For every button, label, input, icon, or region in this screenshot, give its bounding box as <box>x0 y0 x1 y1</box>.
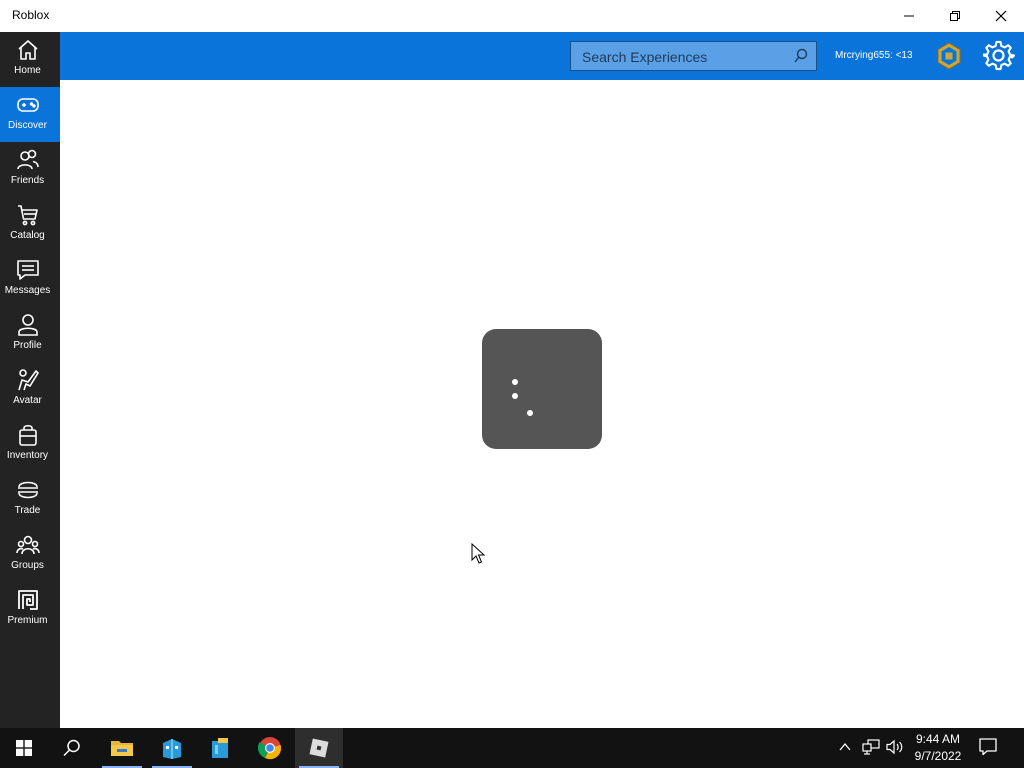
robux-icon[interactable] <box>934 41 964 71</box>
close-button[interactable] <box>978 0 1024 32</box>
inventory-icon <box>19 424 37 446</box>
roblox-icon <box>309 738 329 758</box>
chrome-icon <box>258 737 281 760</box>
start-icon <box>16 740 32 756</box>
close-icon <box>995 10 1007 22</box>
app-icon-1 <box>163 739 181 759</box>
sidebar-item-label: Discover <box>8 120 47 131</box>
message-icon <box>17 260 39 280</box>
loading-spinner <box>482 329 602 449</box>
window-title: Roblox <box>12 8 50 22</box>
taskbar-file-explorer[interactable] <box>98 728 146 768</box>
sidebar-item-catalog[interactable]: Catalog <box>0 197 60 252</box>
groups-icon <box>16 535 40 555</box>
sidebar-item-label: Avatar <box>13 395 42 406</box>
search-icon[interactable] <box>794 48 808 64</box>
sidebar-item-label: Groups <box>11 560 44 571</box>
sidebar-item-label: Friends <box>10 175 45 186</box>
chevron-up-icon[interactable] <box>838 740 852 754</box>
clock-time[interactable]: 9:44 AM <box>908 732 968 746</box>
sidebar-item-label: Home <box>14 65 41 76</box>
volume-icon[interactable] <box>886 739 904 755</box>
clock-date[interactable]: 9/7/2022 <box>908 749 968 763</box>
app-icon-2 <box>212 738 228 758</box>
sidebar-item-groups[interactable]: Groups <box>0 527 60 582</box>
sidebar-item-label: Catalog <box>10 230 45 241</box>
premium-icon <box>18 590 38 610</box>
taskbar-search-button[interactable] <box>48 728 96 768</box>
network-icon[interactable] <box>862 739 880 755</box>
username-label[interactable]: Mrcrying655: <13 <box>835 50 913 61</box>
sidebar-item-inventory[interactable]: Inventory <box>0 417 60 472</box>
spinner-dot <box>512 379 518 385</box>
trade-icon <box>18 481 38 499</box>
minimize-button[interactable] <box>886 0 932 32</box>
taskbar-app-2[interactable] <box>196 728 244 768</box>
profile-icon <box>18 314 38 336</box>
sidebar-item-trade[interactable]: Trade <box>0 472 60 527</box>
sidebar-item-premium[interactable]: Premium <box>0 582 60 637</box>
notification-icon[interactable] <box>978 736 998 756</box>
sidebar-item-discover[interactable]: Discover <box>0 87 60 142</box>
sidebar-item-avatar[interactable]: Avatar <box>0 362 60 417</box>
restore-icon <box>950 11 960 21</box>
top-header: Mrcrying655: <13 <box>60 32 1024 80</box>
sidebar-item-messages[interactable]: Messages <box>0 252 60 307</box>
search-icon <box>63 739 80 757</box>
sidebar-item-label: Inventory <box>6 450 49 461</box>
main-content <box>60 80 1024 728</box>
settings-icon[interactable] <box>983 40 1015 72</box>
taskbar-app-1[interactable] <box>148 728 196 768</box>
spinner-dot <box>527 410 533 416</box>
file-explorer-icon <box>111 741 133 756</box>
avatar-icon <box>18 369 39 391</box>
cart-icon <box>18 205 38 226</box>
taskbar: 9:44 AM 9/7/2022 <box>0 728 1024 768</box>
taskbar-chrome[interactable] <box>246 728 294 768</box>
search-box[interactable] <box>570 41 817 71</box>
home-icon <box>18 40 38 60</box>
sidebar-item-home[interactable]: Home <box>0 32 60 87</box>
mouse-cursor-icon <box>471 543 485 564</box>
gamepad-icon <box>17 98 39 112</box>
minimize-icon <box>904 15 914 17</box>
sidebar-item-label: Messages <box>4 285 51 296</box>
sidebar-item-label: Trade <box>14 505 41 516</box>
search-input[interactable] <box>580 47 784 67</box>
system-tray <box>838 728 908 768</box>
start-button[interactable] <box>0 728 48 768</box>
window-title-bar: Roblox <box>0 0 1024 32</box>
sidebar-item-label: Premium <box>7 615 48 626</box>
sidebar-item-label: Profile <box>13 340 42 351</box>
sidebar-item-profile[interactable]: Profile <box>0 307 60 362</box>
sidebar-item-friends[interactable]: Friends <box>0 142 60 197</box>
friends-icon <box>17 149 39 170</box>
sidebar: Home Discover Friends Catalog Messages P… <box>0 32 60 728</box>
restore-button[interactable] <box>932 0 978 32</box>
spinner-dot <box>512 393 518 399</box>
taskbar-roblox[interactable] <box>295 728 343 768</box>
